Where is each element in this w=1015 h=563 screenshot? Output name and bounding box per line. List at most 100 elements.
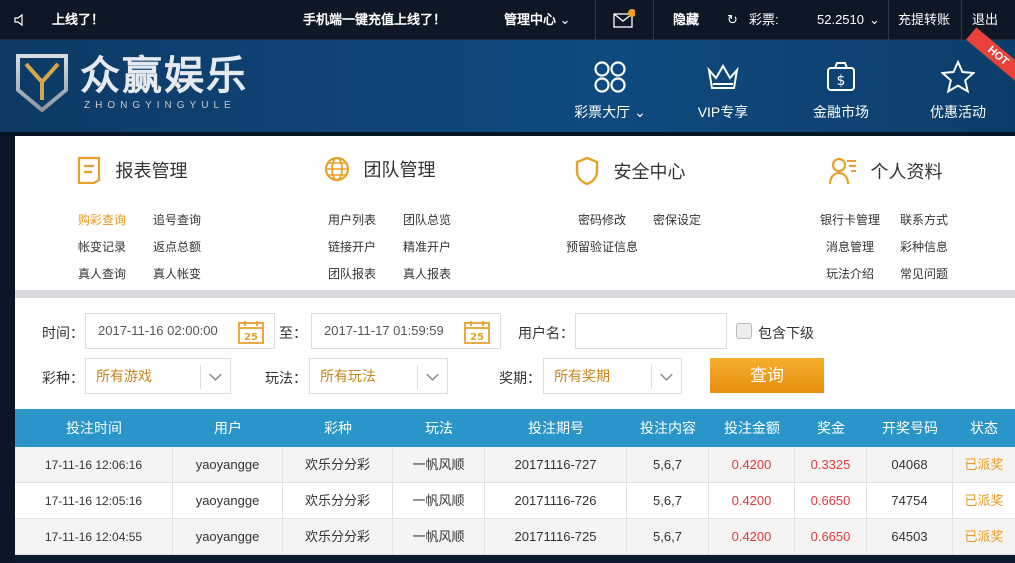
cell-draw-number: 74754 <box>867 483 953 519</box>
menu-link-change-password[interactable]: 密码修改 <box>578 211 626 228</box>
menu-link-bet-query[interactable]: 购彩查询 <box>78 211 126 228</box>
cell-content: 5,6,7 <box>627 447 709 483</box>
cell-play: 一帆风顺 <box>393 447 485 483</box>
top-bar: 上线了！ 手机端一键充值上线了！ 管理中心 ⌄ 隐藏 ↻ 彩票: 52.2510… <box>0 0 1015 40</box>
nav-finance[interactable]: $ 金融市场 <box>791 60 891 122</box>
col-user: 用户 <box>214 420 242 436</box>
svg-text:25: 25 <box>470 332 484 343</box>
cell-bet-time: 17-11-16 12:06:16 <box>15 447 173 483</box>
col-status: 状态 <box>970 420 998 436</box>
report-title: 报表管理 <box>115 161 188 181</box>
lottery-type-value: 所有游戏 <box>96 368 152 384</box>
cell-user: yaoyangge <box>173 447 283 483</box>
menu-link-faq[interactable]: 常见问题 <box>900 265 948 282</box>
refresh-icon[interactable]: ↻ <box>727 0 738 40</box>
table-row[interactable]: 17-11-16 12:06:16 yaoyangge 欢乐分分彩 一帆风顺 2… <box>15 447 1015 483</box>
cell-user: yaoyangge <box>173 483 283 519</box>
security-title: 安全中心 <box>613 162 686 182</box>
logo-text: 众赢娱乐 <box>80 53 248 99</box>
menu-link-live-query[interactable]: 真人查询 <box>78 265 126 282</box>
menu-link-rebate-total[interactable]: 返点总额 <box>153 238 201 255</box>
background-strip <box>0 136 15 563</box>
menu-link-user-list[interactable]: 用户列表 <box>328 211 376 228</box>
menu-link-reserved-verification[interactable]: 预留验证信息 <box>566 238 638 255</box>
table-row[interactable]: 17-11-16 12:05:16 yaoyangge 欢乐分分彩 一帆风顺 2… <box>15 483 1015 519</box>
cell-content: 5,6,7 <box>627 519 709 555</box>
menu-link-precise-register[interactable]: 精准开户 <box>403 238 451 255</box>
menu-link-play-guide[interactable]: 玩法介绍 <box>826 265 874 282</box>
username-label: 用户名： <box>518 325 574 341</box>
menu-link-messages[interactable]: 消息管理 <box>826 238 874 255</box>
menu-link-security-question[interactable]: 密保设定 <box>653 211 701 228</box>
time-label: 时间： <box>42 325 84 341</box>
menu-link-lottery-info[interactable]: 彩种信息 <box>900 238 948 255</box>
to-label: 至： <box>279 325 307 341</box>
time-to-input[interactable]: 2017-11-17 01:59:59 25 <box>311 313 501 349</box>
menu-link-bank-card[interactable]: 银行卡管理 <box>820 211 880 228</box>
menu-link-live-report[interactable]: 真人报表 <box>403 265 451 282</box>
username-input[interactable] <box>575 313 727 349</box>
user-icon <box>829 157 857 185</box>
menu-link-live-account-changes[interactable]: 真人帐变 <box>153 265 201 282</box>
menu-link-team-report[interactable]: 团队报表 <box>328 265 376 282</box>
balance-value: 52.2510 <box>817 12 864 27</box>
team-title: 团队管理 <box>363 160 436 180</box>
prize-period-select[interactable]: 所有奖期 <box>543 358 682 394</box>
grid-icon <box>594 61 626 93</box>
cell-status: 已派奖 <box>964 529 1004 544</box>
menu-link-chase-query[interactable]: 追号查询 <box>153 211 201 228</box>
menu-panel: 报表管理 购彩查询 追号查询 帐变记录 返点总额 真人查询 真人帐变 团队管理 … <box>15 136 1015 290</box>
menu-link-contact[interactable]: 联系方式 <box>900 211 948 228</box>
calendar-icon[interactable]: 25 <box>464 320 490 344</box>
cell-issue: 20171116-725 <box>485 519 627 555</box>
col-issue: 投注期号 <box>528 420 584 436</box>
table-row[interactable]: 17-11-16 12:04:55 yaoyangge 欢乐分分彩 一帆风顺 2… <box>15 519 1015 555</box>
nav-finance-label: 金融市场 <box>813 104 869 120</box>
lottery-type-select[interactable]: 所有游戏 <box>85 358 231 394</box>
report-icon <box>78 156 101 184</box>
divider <box>15 290 1015 298</box>
mail-button[interactable] <box>613 0 636 40</box>
cell-draw-number: 64503 <box>867 519 953 555</box>
cell-content: 5,6,7 <box>627 483 709 519</box>
menu-link-account-changes[interactable]: 帐变记录 <box>78 238 126 255</box>
time-from-value: 2017-11-16 02:00:00 <box>98 323 218 338</box>
money-bag-icon: $ <box>827 62 855 91</box>
security-section: 安全中心 <box>515 136 765 290</box>
cell-lottery: 欢乐分分彩 <box>283 483 393 519</box>
cell-user: yaoyangge <box>173 519 283 555</box>
promo-text[interactable]: 手机端一键充值上线了！ <box>303 0 446 40</box>
menu-link-team-overview[interactable]: 团队总览 <box>403 211 451 228</box>
cell-amount: 0.4200 <box>709 483 795 519</box>
chevron-down-icon: ⌄ <box>634 104 646 120</box>
svg-text:25: 25 <box>244 332 258 343</box>
cell-prize: 0.3325 <box>795 447 867 483</box>
col-prize: 奖金 <box>817 420 845 436</box>
cell-issue: 20171116-727 <box>485 447 627 483</box>
cell-amount: 0.4200 <box>709 447 795 483</box>
time-from-input[interactable]: 2017-11-16 02:00:00 25 <box>85 313 275 349</box>
calendar-icon[interactable]: 25 <box>238 320 264 344</box>
time-to-value: 2017-11-17 01:59:59 <box>324 323 444 338</box>
balance-chevron-down-icon[interactable]: ⌄ <box>869 0 880 40</box>
include-sub-checkbox[interactable] <box>736 323 752 339</box>
prize-period-label: 奖期： <box>499 370 541 386</box>
cell-issue: 20171116-726 <box>485 483 627 519</box>
col-play: 玩法 <box>425 420 453 436</box>
col-content: 投注内容 <box>640 420 696 436</box>
nav-lottery-hall[interactable]: 彩票大厅 ⌄ <box>560 60 660 122</box>
play-type-select[interactable]: 所有玩法 <box>309 358 448 394</box>
hide-balance-button[interactable]: 隐藏 <box>673 0 699 40</box>
query-button[interactable]: 查询 <box>710 358 824 393</box>
cell-lottery: 欢乐分分彩 <box>283 447 393 483</box>
logo-subtitle: ZHONGYINGYULE <box>84 100 236 111</box>
header: 众赢娱乐 ZHONGYINGYULE 彩票大厅 ⌄ VIP专享 $ 金融市场 优… <box>0 27 1015 136</box>
nav-vip[interactable]: VIP专享 <box>673 60 773 122</box>
col-amount: 投注金额 <box>724 420 780 436</box>
transfer-link[interactable]: 充提转账 <box>898 0 950 40</box>
svg-text:$: $ <box>837 73 846 89</box>
cell-prize: 0.6650 <box>795 483 867 519</box>
nav-promotions[interactable]: 优惠活动 <box>908 60 1008 122</box>
manage-center-menu[interactable]: 管理中心 ⌄ <box>504 0 571 40</box>
menu-link-link-register[interactable]: 链接开户 <box>328 238 376 255</box>
